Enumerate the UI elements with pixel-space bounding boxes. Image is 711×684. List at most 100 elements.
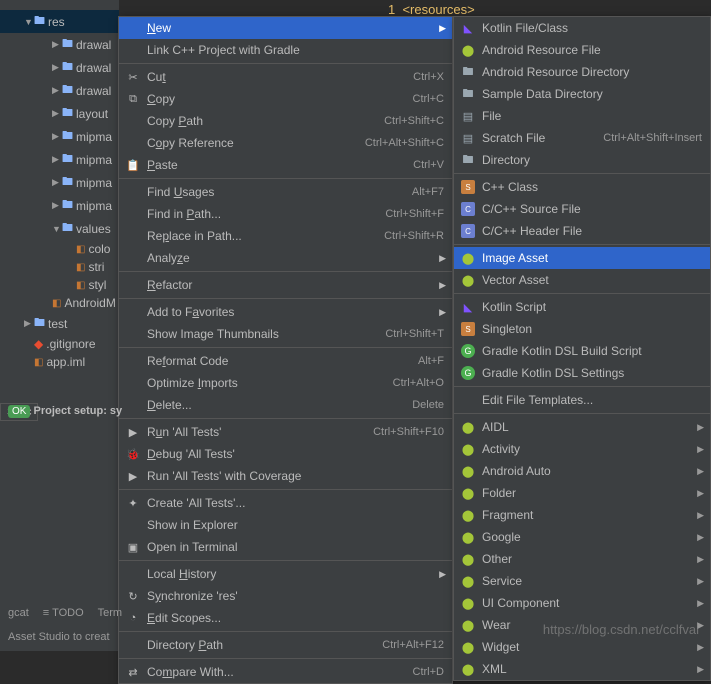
menu-item[interactable]: Optimize ImportsCtrl+Alt+O (119, 372, 452, 394)
submenu-item[interactable]: 🖿Directory (454, 149, 710, 171)
menu-item[interactable]: Local History▶ (119, 563, 452, 585)
menu-item[interactable]: ✦Create 'All Tests'... (119, 492, 452, 514)
submenu-item[interactable]: GGradle Kotlin DSL Build Script (454, 340, 710, 362)
menu-item[interactable]: Directory PathCtrl+Alt+F12 (119, 634, 452, 656)
submenu-item[interactable]: ⬤Widget▶ (454, 636, 710, 658)
project-tree[interactable]: 🖿 res 🖿drawal🖿drawal🖿drawal🖿layout🖿mipma… (0, 0, 120, 651)
menu-item[interactable]: 🐞Debug 'All Tests' (119, 443, 452, 465)
submenu-item[interactable]: ⬤Service▶ (454, 570, 710, 592)
submenu-arrow-icon: ▶ (697, 598, 704, 609)
submenu-item[interactable]: Edit File Templates... (454, 389, 710, 411)
submenu-item[interactable]: ⬤Vector Asset (454, 269, 710, 291)
tree-item[interactable]: 🖿test (0, 312, 119, 335)
chevron-right-icon[interactable] (52, 62, 62, 73)
tree-item[interactable]: 🖿drawal (0, 79, 119, 102)
menu-label: Copy Path (147, 114, 384, 128)
menu-item[interactable]: Delete...Delete (119, 394, 452, 416)
submenu-item[interactable]: ⬤Other▶ (454, 548, 710, 570)
chevron-right-icon[interactable] (52, 108, 62, 119)
menu-item[interactable]: Link C++ Project with Gradle (119, 39, 452, 61)
menu-item[interactable]: Copy ReferenceCtrl+Alt+Shift+C (119, 132, 452, 154)
submenu-item[interactable]: CC/C++ Header File (454, 220, 710, 242)
submenu-item[interactable]: ⬤Activity▶ (454, 438, 710, 460)
submenu-item[interactable]: GGradle Kotlin DSL Settings (454, 362, 710, 384)
tree-item[interactable]: ◆.gitignore (0, 335, 119, 353)
tree-item[interactable]: 🖿drawal (0, 56, 119, 79)
logcat-tab[interactable]: gcat (8, 607, 29, 619)
menu-item[interactable]: ↻Synchronize 'res' (119, 585, 452, 607)
tree-item[interactable]: 🖿mipma (0, 125, 119, 148)
menu-item[interactable]: Analyze▶ (119, 247, 452, 269)
bottom-toolbar: gcat ≡ TODO Term (0, 603, 130, 623)
tree-item[interactable]: ◧stri (0, 258, 119, 276)
chevron-right-icon[interactable] (52, 131, 62, 142)
todo-tab[interactable]: ≡ TODO (43, 607, 84, 619)
menu-item[interactable]: New▶ (119, 17, 452, 39)
menu-item[interactable]: ▶Run 'All Tests' with Coverage (119, 465, 452, 487)
submenu-item[interactable]: ⬤Android Resource File (454, 39, 710, 61)
menu-shortcut: Ctrl+Shift+C (384, 115, 444, 127)
menu-item[interactable]: 📋PasteCtrl+V (119, 154, 452, 176)
tree-item[interactable]: 🖿mipma (0, 148, 119, 171)
submenu-item[interactable]: ⬤Google▶ (454, 526, 710, 548)
folder-icon: 🖿 (62, 81, 73, 100)
submenu-item[interactable]: ◣Kotlin File/Class (454, 17, 710, 39)
tree-item[interactable]: ◧app.iml (0, 353, 119, 371)
menu-item[interactable]: Copy PathCtrl+Shift+C (119, 110, 452, 132)
menu-item[interactable]: ⧉CopyCtrl+C (119, 88, 452, 110)
tree-item-res[interactable]: 🖿 res (0, 10, 119, 33)
android-icon: ⬤ (460, 531, 476, 544)
tree-item[interactable]: ◧AndroidM (0, 294, 119, 312)
menu-icon: 📋 (125, 159, 141, 172)
menu-separator (454, 386, 710, 387)
chevron-right-icon[interactable] (52, 154, 62, 165)
submenu-item[interactable]: ⬤Folder▶ (454, 482, 710, 504)
tree-item[interactable]: 🖿layout (0, 102, 119, 125)
menu-item[interactable]: Refactor▶ (119, 274, 452, 296)
tree-item[interactable]: 🖿mipma (0, 194, 119, 217)
submenu-item[interactable]: ⬤AIDL▶ (454, 416, 710, 438)
submenu-item[interactable]: ⬤Android Auto▶ (454, 460, 710, 482)
submenu-item[interactable]: SSingleton (454, 318, 710, 340)
menu-item[interactable]: ▶Run 'All Tests'Ctrl+Shift+F10 (119, 421, 452, 443)
submenu-item[interactable]: ⬤XML▶ (454, 658, 710, 680)
android-icon: ⬤ (460, 597, 476, 610)
submenu-item[interactable]: SC++ Class (454, 176, 710, 198)
tree-item[interactable]: ◧styl (0, 276, 119, 294)
menu-item[interactable]: Find UsagesAlt+F7 (119, 181, 452, 203)
menu-item[interactable]: Show in Explorer (119, 514, 452, 536)
chevron-right-icon[interactable] (52, 39, 62, 50)
menu-item[interactable]: Reformat CodeAlt+F (119, 350, 452, 372)
submenu-item[interactable]: ◣Kotlin Script (454, 296, 710, 318)
terminal-tab[interactable]: Term (98, 607, 122, 619)
tree-item[interactable]: 🖿values (0, 217, 119, 240)
tree-item[interactable]: 🖿drawal (0, 33, 119, 56)
chevron-right-icon[interactable] (24, 318, 34, 329)
submenu-item[interactable]: CC/C++ Source File (454, 198, 710, 220)
menu-item[interactable]: Add to Favorites▶ (119, 301, 452, 323)
menu-item[interactable]: ◔Edit Scopes... (119, 607, 452, 629)
submenu-item[interactable]: ⬤UI Component▶ (454, 592, 710, 614)
submenu-item[interactable]: ▤File (454, 105, 710, 127)
chevron-down-icon[interactable] (24, 17, 34, 27)
chevron-right-icon[interactable] (52, 177, 62, 188)
submenu-item[interactable]: 🖿Sample Data Directory (454, 83, 710, 105)
tree-item[interactable]: ◧colo (0, 240, 119, 258)
menu-item[interactable]: Show Image ThumbnailsCtrl+Shift+T (119, 323, 452, 345)
submenu-item[interactable]: 🖿Android Resource Directory (454, 61, 710, 83)
menu-item[interactable]: Find in Path...Ctrl+Shift+F (119, 203, 452, 225)
chevron-down-icon[interactable] (52, 224, 62, 234)
submenu-item[interactable]: ⬤Fragment▶ (454, 504, 710, 526)
chevron-right-icon[interactable] (52, 200, 62, 211)
menu-item[interactable]: Replace in Path...Ctrl+Shift+R (119, 225, 452, 247)
tree-item[interactable]: 🖿mipma (0, 171, 119, 194)
menu-item[interactable]: ⇄Compare With...Ctrl+D (119, 661, 452, 683)
submenu-item[interactable]: ⬤Image Asset (454, 247, 710, 269)
menu-item[interactable]: ▣Open in Terminal (119, 536, 452, 558)
menu-item[interactable]: ✂CutCtrl+X (119, 66, 452, 88)
chevron-right-icon[interactable] (52, 85, 62, 96)
menu-shortcut: Ctrl+Alt+Shift+C (365, 137, 444, 149)
file-icon: ◧ (34, 357, 43, 368)
submenu-item[interactable]: ▤Scratch FileCtrl+Alt+Shift+Insert (454, 127, 710, 149)
android-icon: ⬤ (460, 619, 476, 632)
